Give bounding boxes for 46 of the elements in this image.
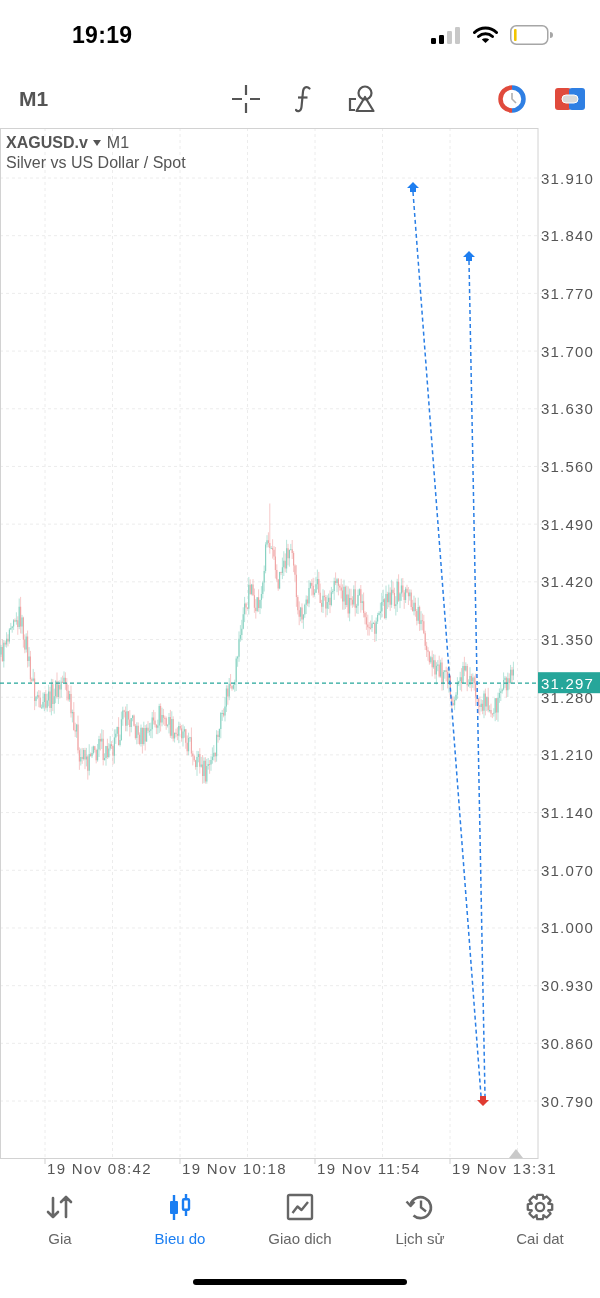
status-time: 19:19 — [72, 21, 133, 49]
time-axis-label: 19 Nov 08:42 — [47, 1160, 152, 1177]
time-axis-label: 19 Nov 11:54 — [317, 1160, 421, 1177]
shapes-icon[interactable] — [348, 85, 377, 113]
up-arrow-icon — [463, 251, 475, 261]
price-axis-label: 31.630 — [541, 400, 595, 418]
battery-icon — [510, 25, 553, 45]
time-axis-label: 19 Nov 10:18 — [182, 1160, 287, 1177]
clock-ring-icon[interactable] — [498, 85, 527, 113]
up-arrow-icon — [407, 182, 419, 192]
caret-icon[interactable] — [92, 140, 101, 146]
symbol-description: Silver vs US Dollar / Spot — [6, 153, 186, 173]
price-axis-label: 31.140 — [541, 804, 595, 822]
price-axis-label: 31.700 — [541, 342, 595, 360]
price-axis-label: 31.840 — [541, 227, 595, 245]
triangle-marker-icon[interactable] — [509, 1149, 523, 1158]
chart-timeframe: M1 — [106, 133, 130, 153]
tab-item[interactable]: Giao dich — [268, 1192, 332, 1248]
toggle-icon[interactable] — [555, 87, 586, 111]
tab-item[interactable]: Gia — [45, 1192, 75, 1248]
tab-item[interactable]: Bieu do — [154, 1192, 206, 1248]
down-arrow-icon — [477, 1096, 489, 1106]
crosshair-icon[interactable] — [232, 85, 261, 113]
price-axis-label: 31.070 — [541, 861, 595, 879]
function-icon[interactable] — [295, 85, 312, 113]
tab-item[interactable]: Lịch sử — [395, 1192, 445, 1248]
signal-icon — [431, 26, 461, 44]
line-chart-icon — [285, 1192, 315, 1222]
symbol-name[interactable]: XAGUSD.v — [6, 133, 88, 153]
price-axis-label: 31.000 — [541, 919, 595, 937]
time-axis-label: 19 Nov 13:31 — [452, 1160, 557, 1177]
price-axis-label: 31.490 — [541, 515, 595, 533]
price-axis-label: 31.770 — [541, 284, 595, 302]
price-axis-label: 31.420 — [541, 573, 595, 591]
wifi-icon — [473, 26, 498, 44]
price-axis-label: 31.560 — [541, 457, 595, 475]
price-axis-label: 31.210 — [541, 746, 595, 764]
price-axis-label: 30.790 — [541, 1092, 595, 1110]
current-price-label: 31.297 — [538, 672, 600, 694]
tab-item[interactable]: Cai dat — [516, 1192, 564, 1248]
price-axis-label: 30.860 — [541, 1034, 595, 1052]
price-axis-label: 30.930 — [541, 977, 595, 995]
price-axis-label: 31.910 — [541, 169, 595, 187]
price-axis-label: 31.350 — [541, 631, 595, 648]
settings-icon — [525, 1192, 555, 1222]
timeframe-button[interactable]: M1 — [19, 87, 49, 111]
